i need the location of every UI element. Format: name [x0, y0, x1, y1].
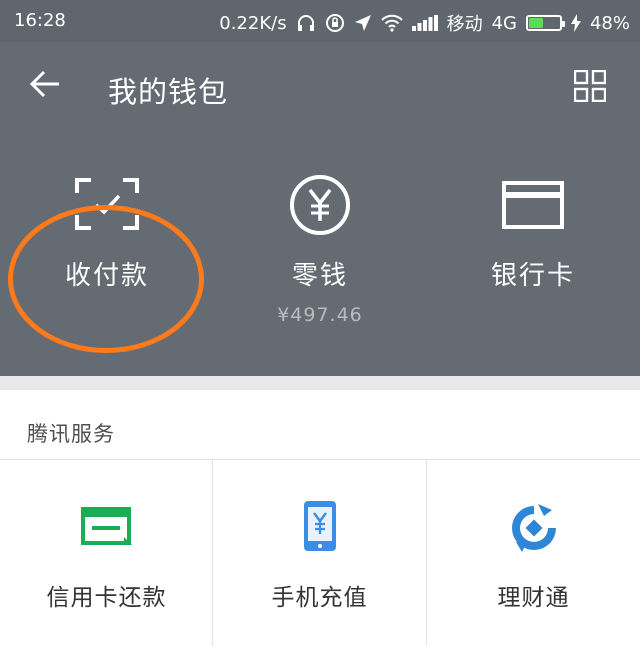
status-time: 16:28	[14, 10, 66, 31]
headphones-icon	[297, 15, 314, 31]
page-title: 我的钱包	[108, 75, 229, 109]
battery-icon	[525, 15, 565, 31]
licaitong-button[interactable]: 理财通	[427, 460, 640, 646]
credit-card-repay-icon	[80, 507, 132, 545]
network-type: 4G	[491, 12, 517, 34]
battery-percent: 48%	[589, 12, 630, 34]
change-label: 零钱	[291, 261, 348, 291]
network-speed: 0.22K/s	[219, 12, 287, 34]
location-icon	[354, 15, 371, 31]
signal-icon	[411, 15, 438, 31]
carrier: 移动	[446, 14, 483, 35]
tencent-services-section: 腾讯服务 信用卡还款 手机充值 理财通	[0, 390, 640, 646]
licaitong-icon	[511, 504, 556, 552]
phone-topup-label: 手机充值	[271, 585, 368, 611]
section-title: 腾讯服务	[27, 422, 115, 446]
grid-icon[interactable]	[574, 70, 606, 102]
phone-topup-icon	[303, 501, 336, 551]
battery-fill	[528, 18, 544, 28]
bank-card-label: 银行卡	[490, 261, 575, 291]
orange-highlight-circle	[8, 205, 204, 353]
status-bar: 16:28 0.22K/s 移动 4G 48%	[0, 0, 640, 42]
wifi-icon	[380, 14, 403, 32]
credit-card-repay-button[interactable]: 信用卡还款	[0, 460, 213, 646]
back-arrow-icon[interactable]	[28, 67, 62, 101]
licaitong-label: 理财通	[497, 585, 570, 611]
status-right: 0.22K/s 移动 4G 48%	[219, 10, 630, 36]
phone-topup-button[interactable]: 手机充值	[213, 460, 426, 646]
yen-circle-icon	[290, 175, 350, 235]
wallet-header: 我的钱包 收付款 零钱 ¥497.46 银行卡	[0, 42, 640, 376]
alarm-lock-icon	[325, 14, 344, 32]
bank-card-icon	[502, 181, 564, 229]
change-balance: ¥497.46	[277, 304, 363, 326]
charging-icon	[570, 14, 581, 32]
credit-card-repay-label: 信用卡还款	[46, 585, 167, 611]
